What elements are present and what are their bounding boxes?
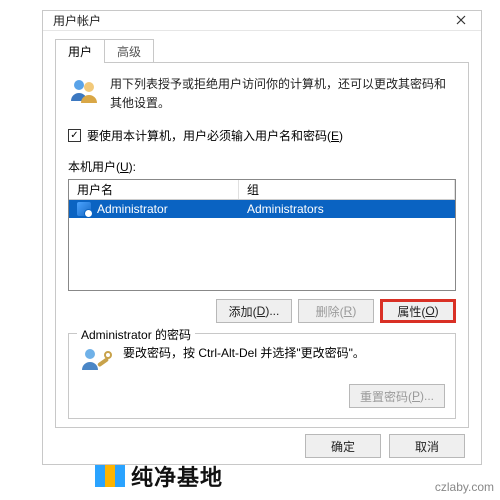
tab-strip: 用户 高级: [55, 39, 469, 63]
col-username[interactable]: 用户名: [69, 180, 239, 199]
close-button[interactable]: [441, 11, 481, 30]
user-list-label: 本机用户(U):: [68, 158, 456, 175]
key-icon: [79, 344, 113, 378]
properties-button[interactable]: 属性(O): [380, 299, 456, 323]
url-watermark: czlaby.com: [435, 480, 494, 494]
ok-button[interactable]: 确定: [305, 434, 381, 458]
group-title: Administrator 的密码: [77, 326, 195, 343]
col-group[interactable]: 组: [239, 180, 455, 199]
list-header: 用户名 组: [69, 180, 455, 200]
brand-watermark: 纯净基地: [95, 460, 223, 492]
require-password-checkbox[interactable]: ✓ 要使用本计算机，用户必须输入用户名和密码(E): [68, 127, 456, 144]
cancel-button[interactable]: 取消: [389, 434, 465, 458]
list-row[interactable]: Administrator Administrators: [69, 200, 455, 218]
brand-logo-icon: [95, 465, 125, 487]
reset-password-button[interactable]: 重置密码(P)...: [349, 384, 445, 408]
remove-button[interactable]: 删除(R): [298, 299, 374, 323]
user-accounts-dialog: 用户帐户 用户 高级 用下列表授予或拒绝用户访问你的计算机，还可以更改其密码和其…: [42, 10, 482, 465]
tab-advanced[interactable]: 高级: [104, 39, 154, 63]
group-text: 要改密码，按 Ctrl-Alt-Del 并选择"更改密码"。: [123, 344, 365, 363]
add-button[interactable]: 添加(D)...: [216, 299, 292, 323]
tab-underline: [55, 62, 469, 63]
user-icon: [77, 202, 91, 216]
cell-group: Administrators: [247, 202, 324, 216]
tab-advanced-label: 高级: [117, 45, 141, 59]
cell-username: Administrator: [97, 202, 168, 216]
titlebar: 用户帐户: [43, 11, 481, 31]
intro-text: 用下列表授予或拒绝用户访问你的计算机，还可以更改其密码和其他设置。: [110, 75, 456, 113]
tab-panel-users: 用下列表授予或拒绝用户访问你的计算机，还可以更改其密码和其他设置。 ✓ 要使用本…: [55, 63, 469, 428]
tab-users[interactable]: 用户: [55, 39, 105, 63]
password-group: Administrator 的密码 要改密码，按 Ctrl-Alt-Del 并选…: [68, 333, 456, 419]
tab-users-label: 用户: [68, 45, 92, 59]
checkbox-icon: ✓: [68, 129, 81, 142]
window-title: 用户帐户: [53, 12, 101, 29]
close-icon: [456, 15, 466, 25]
client-area: 用户 高级 用下列表授予或拒绝用户访问你的计算机，还可以更改其密码和其他设置。 …: [43, 31, 481, 464]
users-icon: [68, 75, 100, 107]
user-list[interactable]: 用户名 组 Administrator Administrators: [68, 179, 456, 291]
dialog-buttons: 确定 取消: [55, 428, 469, 458]
checkbox-label: 要使用本计算机，用户必须输入用户名和密码(E): [87, 127, 343, 144]
